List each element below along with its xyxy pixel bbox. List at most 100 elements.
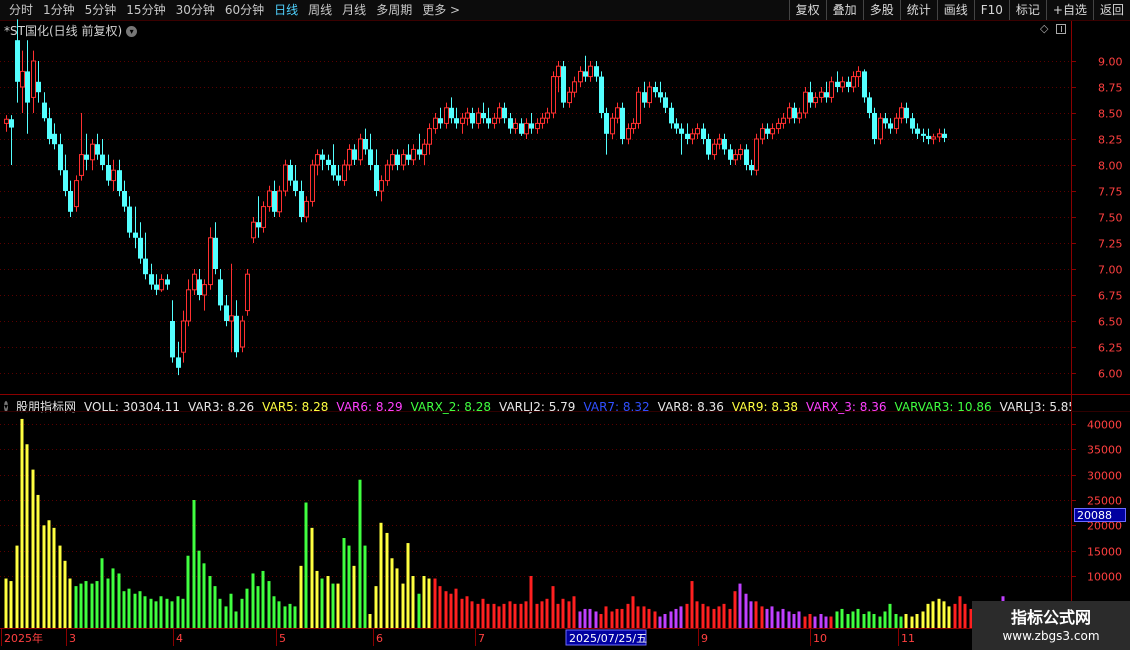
tool-button[interactable]: 多股 — [862, 0, 900, 20]
volume-bar — [578, 611, 582, 628]
candle-body — [422, 143, 427, 156]
candle-body — [213, 237, 218, 269]
volume-bar — [47, 520, 51, 628]
candle-body — [588, 65, 593, 78]
period-tab[interactable]: 60分钟 — [220, 0, 269, 20]
candle-body — [95, 144, 100, 155]
candle-body — [74, 180, 79, 208]
period-tab[interactable]: 1分钟 — [38, 0, 80, 20]
volume-bar — [658, 616, 662, 628]
tool-button[interactable]: 统计 — [899, 0, 937, 20]
cursor-date-box — [565, 629, 647, 646]
volume-bar — [642, 606, 646, 628]
indicator-value: VAR6: 8.29 — [336, 399, 403, 414]
volume-tick-label: 30000 — [1087, 470, 1122, 483]
candle-body — [192, 273, 197, 291]
candle-body — [224, 305, 229, 321]
tool-button[interactable]: F10 — [973, 0, 1009, 20]
volume-bar — [202, 563, 206, 628]
indicator-name[interactable]: 股朋指标网 — [16, 398, 76, 415]
volume-bar — [497, 606, 501, 628]
candle-body — [304, 200, 309, 218]
candle-body — [701, 128, 706, 139]
candle-body — [79, 154, 84, 176]
chevron-down-icon[interactable]: ▾ — [4, 401, 9, 412]
period-tab[interactable]: 月线 — [337, 0, 371, 20]
panel-toggle-icon[interactable] — [1056, 24, 1067, 34]
volume-bar — [336, 583, 340, 628]
candle-body — [181, 320, 186, 353]
x-tick-label: 6 — [376, 632, 383, 645]
volume-bar — [283, 606, 287, 628]
volume-bar — [406, 543, 410, 628]
volume-bar — [722, 603, 726, 628]
candle-body — [240, 320, 245, 348]
candle-body — [138, 237, 143, 259]
price-tick-label: 6.75 — [1098, 290, 1123, 303]
x-tick-label: 3 — [69, 632, 76, 645]
candle-body — [492, 117, 497, 124]
x-tick-label: 11 — [901, 632, 915, 645]
candle-body — [904, 107, 909, 119]
volume-bar — [620, 608, 624, 628]
period-tab[interactable]: 更多 > — [417, 0, 465, 20]
candle-body — [813, 96, 818, 104]
candle-body — [856, 70, 861, 78]
price-tick-label: 8.75 — [1098, 82, 1123, 95]
candle-body — [674, 123, 679, 129]
volume-bar — [824, 616, 828, 628]
volume-bar — [754, 601, 758, 628]
volume-bar — [615, 608, 619, 628]
candle-body — [524, 122, 529, 135]
candle-body — [444, 107, 449, 124]
tool-button[interactable]: 返回 — [1092, 0, 1130, 20]
volume-bar — [95, 581, 99, 628]
period-tab[interactable]: 日线 — [269, 0, 303, 20]
volume-bar — [663, 614, 667, 628]
tool-button[interactable]: 叠加 — [825, 0, 863, 20]
tool-button[interactable]: 画线 — [936, 0, 974, 20]
volume-bar — [599, 614, 603, 628]
candle-body — [4, 118, 9, 124]
price-tick-label: 6.25 — [1098, 342, 1123, 355]
candle-body — [551, 76, 556, 114]
volume-bar — [792, 614, 796, 628]
volume-bar — [154, 601, 158, 628]
volume-bar — [787, 611, 791, 628]
candle-body — [770, 128, 775, 135]
tool-button[interactable]: 标记 — [1008, 0, 1046, 20]
x-tick-label: 7 — [478, 632, 485, 645]
candle-body — [615, 107, 620, 119]
period-tab[interactable]: 周线 — [303, 0, 337, 20]
candle-body — [385, 164, 390, 182]
candle-body — [722, 139, 727, 150]
candle-body — [706, 139, 711, 155]
volume-bar — [883, 611, 887, 628]
volume-bar — [4, 578, 8, 628]
volume-bar — [208, 576, 212, 628]
chart-canvas[interactable]: 9.00 8.75 8.50 8.25 8.00 7.75 7.50 7.25 7.00 6.75… — [0, 0, 1130, 650]
period-tab[interactable]: 15分钟 — [121, 0, 170, 20]
candle-body — [679, 128, 684, 134]
chevron-down-icon[interactable]: ▾ — [126, 26, 138, 37]
candle-body — [760, 128, 765, 140]
candle-body — [792, 107, 797, 119]
diamond-icon[interactable]: ◇ — [1040, 23, 1048, 35]
candle-body — [336, 175, 341, 181]
candle-body — [374, 165, 379, 191]
volume-tick-label: 40000 — [1087, 419, 1122, 432]
panel-controls: ◇ — [1040, 23, 1067, 35]
volume-bar — [342, 538, 346, 628]
candle-body — [540, 117, 545, 124]
price-chart-title-text: *ST国化(日线 前复权) — [4, 24, 123, 38]
indicator-value: VARLJ2: 5.79 — [499, 399, 576, 414]
period-tab[interactable]: 30分钟 — [171, 0, 220, 20]
period-tab[interactable]: 5分钟 — [80, 0, 122, 20]
tool-button[interactable]: 复权 — [788, 0, 826, 20]
volume-bar — [358, 479, 362, 628]
volume-bar — [921, 611, 925, 628]
period-tab[interactable]: 多周期 — [371, 0, 417, 20]
tool-button[interactable]: +自选 — [1045, 0, 1093, 20]
period-tab[interactable]: 分时 — [4, 0, 38, 20]
candle-body — [481, 113, 486, 119]
